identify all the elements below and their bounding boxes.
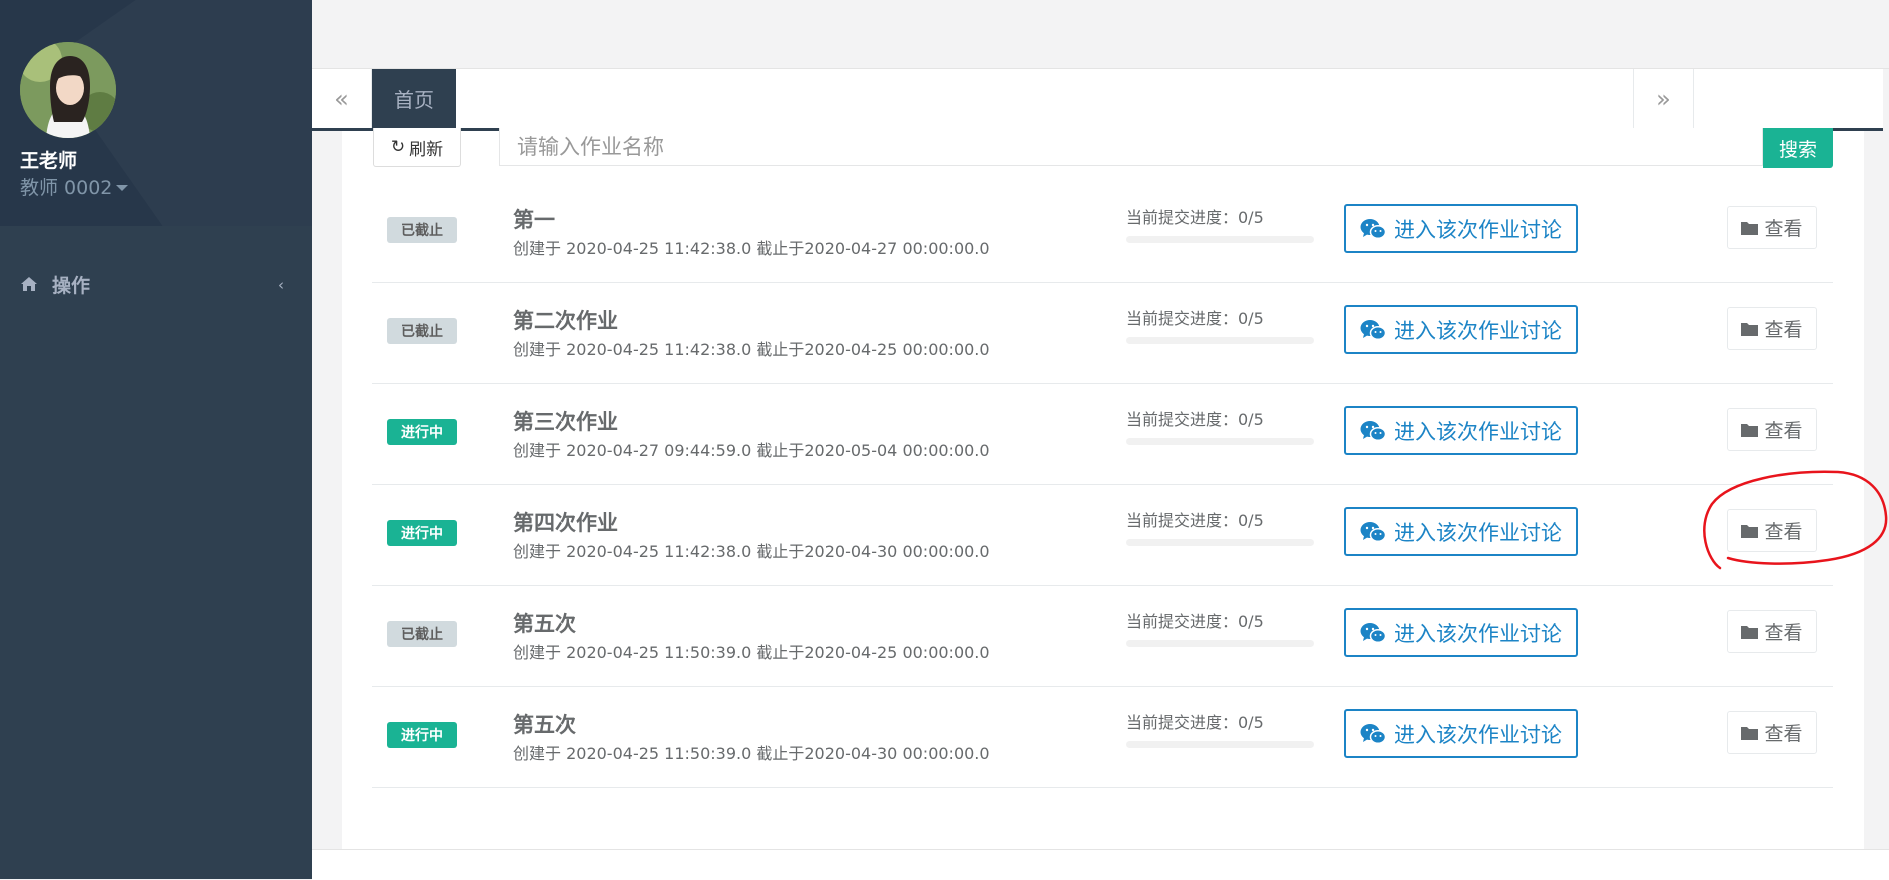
status-badge: 进行中 xyxy=(387,520,457,546)
status-badge: 已截止 xyxy=(387,318,457,344)
view-button[interactable]: 查看 xyxy=(1727,610,1817,653)
enter-discussion-button[interactable]: 进入该次作业讨论 xyxy=(1344,608,1578,657)
progress-bar xyxy=(1126,236,1314,243)
folder-icon xyxy=(1741,322,1759,336)
status-badge: 已截止 xyxy=(387,621,457,647)
wechat-icon xyxy=(1360,622,1386,643)
status-badge: 进行中 xyxy=(387,722,457,748)
assignment-row: 进行中 第五次 创建于 2020-04-25 11:50:39.0 截止于202… xyxy=(372,687,1833,788)
progress-bar xyxy=(1126,640,1314,647)
avatar[interactable] xyxy=(20,42,116,138)
wechat-icon xyxy=(1360,723,1386,744)
view-button[interactable]: 查看 xyxy=(1727,711,1817,754)
wechat-icon xyxy=(1360,319,1386,340)
assignment-dates: 创建于 2020-04-25 11:42:38.0 截止于2020-04-30 … xyxy=(513,542,990,561)
assignment-title: 第二次作业 xyxy=(513,309,618,333)
assignment-row: 已截止 第五次 创建于 2020-04-25 11:50:39.0 截止于202… xyxy=(372,586,1833,687)
enter-discussion-label: 进入该次作业讨论 xyxy=(1394,520,1562,545)
avatar-image xyxy=(20,42,116,138)
view-button[interactable]: 查看 xyxy=(1727,509,1817,552)
enter-discussion-label: 进入该次作业讨论 xyxy=(1394,217,1562,242)
view-label: 查看 xyxy=(1764,319,1803,341)
footer-strip xyxy=(312,849,1889,880)
search-button[interactable]: 搜索 xyxy=(1763,128,1833,168)
chevron-left-icon: ‹ xyxy=(278,276,284,294)
folder-icon xyxy=(1741,726,1759,740)
progress-label: 当前提交进度：0/5 xyxy=(1126,410,1264,429)
status-badge: 进行中 xyxy=(387,419,457,445)
progress-label: 当前提交进度：0/5 xyxy=(1126,612,1264,631)
caret-down-icon xyxy=(116,185,129,191)
folder-icon xyxy=(1741,423,1759,437)
top-navbar xyxy=(312,0,1889,69)
enter-discussion-label: 进入该次作业讨论 xyxy=(1394,621,1562,646)
view-label: 查看 xyxy=(1764,420,1803,442)
assignment-title: 第五次 xyxy=(513,612,576,636)
enter-discussion-button[interactable]: 进入该次作业讨论 xyxy=(1344,204,1578,253)
assignment-title: 第一 xyxy=(513,208,555,232)
folder-icon xyxy=(1741,524,1759,538)
tabs-bar: « 首页 » xyxy=(312,69,1883,131)
view-button[interactable]: 查看 xyxy=(1727,408,1817,451)
progress-bar xyxy=(1126,337,1314,344)
sidebar: 王老师 教师 0002 操作 ‹ xyxy=(0,0,312,879)
view-label: 查看 xyxy=(1764,723,1803,745)
user-role-label: 教师 0002 xyxy=(20,177,113,199)
enter-discussion-label: 进入该次作业讨论 xyxy=(1394,722,1562,747)
progress-label: 当前提交进度：0/5 xyxy=(1126,713,1264,732)
refresh-icon: ↻ xyxy=(390,137,406,157)
assignment-dates: 创建于 2020-04-27 09:44:59.0 截止于2020-05-04 … xyxy=(513,441,990,460)
enter-discussion-label: 进入该次作业讨论 xyxy=(1394,419,1562,444)
enter-discussion-label: 进入该次作业讨论 xyxy=(1394,318,1562,343)
tab-home[interactable]: 首页 xyxy=(372,69,456,128)
enter-discussion-button[interactable]: 进入该次作业讨论 xyxy=(1344,709,1578,758)
assignment-dates: 创建于 2020-04-25 11:42:38.0 截止于2020-04-25 … xyxy=(513,340,990,359)
assignment-title: 第四次作业 xyxy=(513,511,618,535)
profile-header: 王老师 教师 0002 xyxy=(0,0,312,226)
status-badge: 已截止 xyxy=(387,217,457,243)
view-button[interactable]: 查看 xyxy=(1727,206,1817,249)
assignment-row: 进行中 第四次作业 创建于 2020-04-25 11:42:38.0 截止于2… xyxy=(372,485,1833,586)
user-role-menu[interactable]: 教师 0002 xyxy=(20,173,129,200)
progress-label: 当前提交进度：0/5 xyxy=(1126,511,1264,530)
search-input[interactable] xyxy=(499,128,1763,166)
progress-bar xyxy=(1126,741,1314,748)
assignment-row: 已截止 第一 创建于 2020-04-25 11:42:38.0 截止于2020… xyxy=(372,182,1833,283)
view-label: 查看 xyxy=(1764,218,1803,240)
refresh-label: 刷新 xyxy=(409,139,444,160)
enter-discussion-button[interactable]: 进入该次作业讨论 xyxy=(1344,507,1578,556)
progress-label: 当前提交进度：0/5 xyxy=(1126,309,1264,328)
assignment-dates: 创建于 2020-04-25 11:50:39.0 截止于2020-04-25 … xyxy=(513,643,990,662)
tabs-scroll-left-button[interactable]: « xyxy=(312,69,372,128)
enter-discussion-button[interactable]: 进入该次作业讨论 xyxy=(1344,305,1578,354)
view-button[interactable]: 查看 xyxy=(1727,307,1817,350)
assignment-title: 第五次 xyxy=(513,713,576,737)
progress-bar xyxy=(1126,539,1314,546)
sidebar-item-operations[interactable]: 操作 ‹ xyxy=(0,262,312,306)
tabs-scroll-right-button[interactable]: » xyxy=(1633,69,1694,128)
view-label: 查看 xyxy=(1764,521,1803,543)
enter-discussion-button[interactable]: 进入该次作业讨论 xyxy=(1344,406,1578,455)
assignment-row: 进行中 第三次作业 创建于 2020-04-27 09:44:59.0 截止于2… xyxy=(372,384,1833,485)
home-icon xyxy=(21,277,37,291)
progress-label: 当前提交进度：0/5 xyxy=(1126,208,1264,227)
wechat-icon xyxy=(1360,521,1386,542)
view-label: 查看 xyxy=(1764,622,1803,644)
assignment-row: 已截止 第二次作业 创建于 2020-04-25 11:42:38.0 截止于2… xyxy=(372,283,1833,384)
assignment-dates: 创建于 2020-04-25 11:50:39.0 截止于2020-04-30 … xyxy=(513,744,990,763)
wechat-icon xyxy=(1360,218,1386,239)
folder-icon xyxy=(1741,221,1759,235)
refresh-button[interactable]: ↻ 刷新 xyxy=(373,128,461,167)
wechat-icon xyxy=(1360,420,1386,441)
assignment-dates: 创建于 2020-04-25 11:42:38.0 截止于2020-04-27 … xyxy=(513,239,990,258)
assignment-title: 第三次作业 xyxy=(513,410,618,434)
progress-bar xyxy=(1126,438,1314,445)
user-name: 王老师 xyxy=(20,150,78,172)
sidebar-item-label: 操作 xyxy=(52,274,91,297)
folder-icon xyxy=(1741,625,1759,639)
